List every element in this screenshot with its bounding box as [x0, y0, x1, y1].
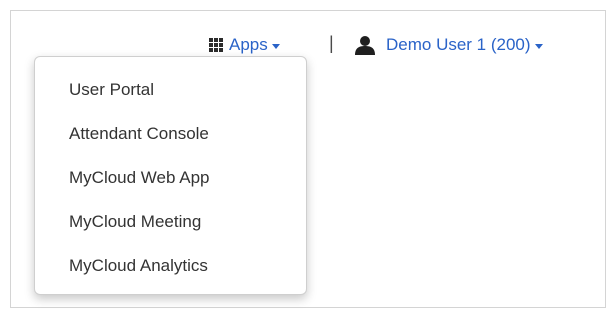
grid-icon	[209, 38, 223, 52]
menu-item-user-portal[interactable]: User Portal	[35, 68, 306, 112]
caret-down-icon	[534, 43, 543, 49]
apps-dropdown-menu: User Portal Attendant Console MyCloud We…	[34, 56, 307, 295]
menu-item-mycloud-meeting[interactable]: MyCloud Meeting	[35, 200, 306, 244]
user-icon	[355, 36, 375, 55]
user-menu-toggle[interactable]: Demo User 1 (200)	[354, 35, 543, 55]
user-label: Demo User 1 (200)	[386, 35, 531, 54]
apps-menu-toggle[interactable]: Apps	[209, 35, 280, 55]
menu-item-mycloud-web-app[interactable]: MyCloud Web App	[35, 156, 306, 200]
header-divider: |	[329, 33, 334, 53]
apps-label: Apps	[229, 35, 268, 54]
menu-item-mycloud-analytics[interactable]: MyCloud Analytics	[35, 244, 306, 288]
app-frame: Apps | Demo User 1 (200) User Portal Att…	[10, 10, 606, 308]
menu-item-attendant-console[interactable]: Attendant Console	[35, 112, 306, 156]
caret-down-icon	[271, 43, 280, 49]
